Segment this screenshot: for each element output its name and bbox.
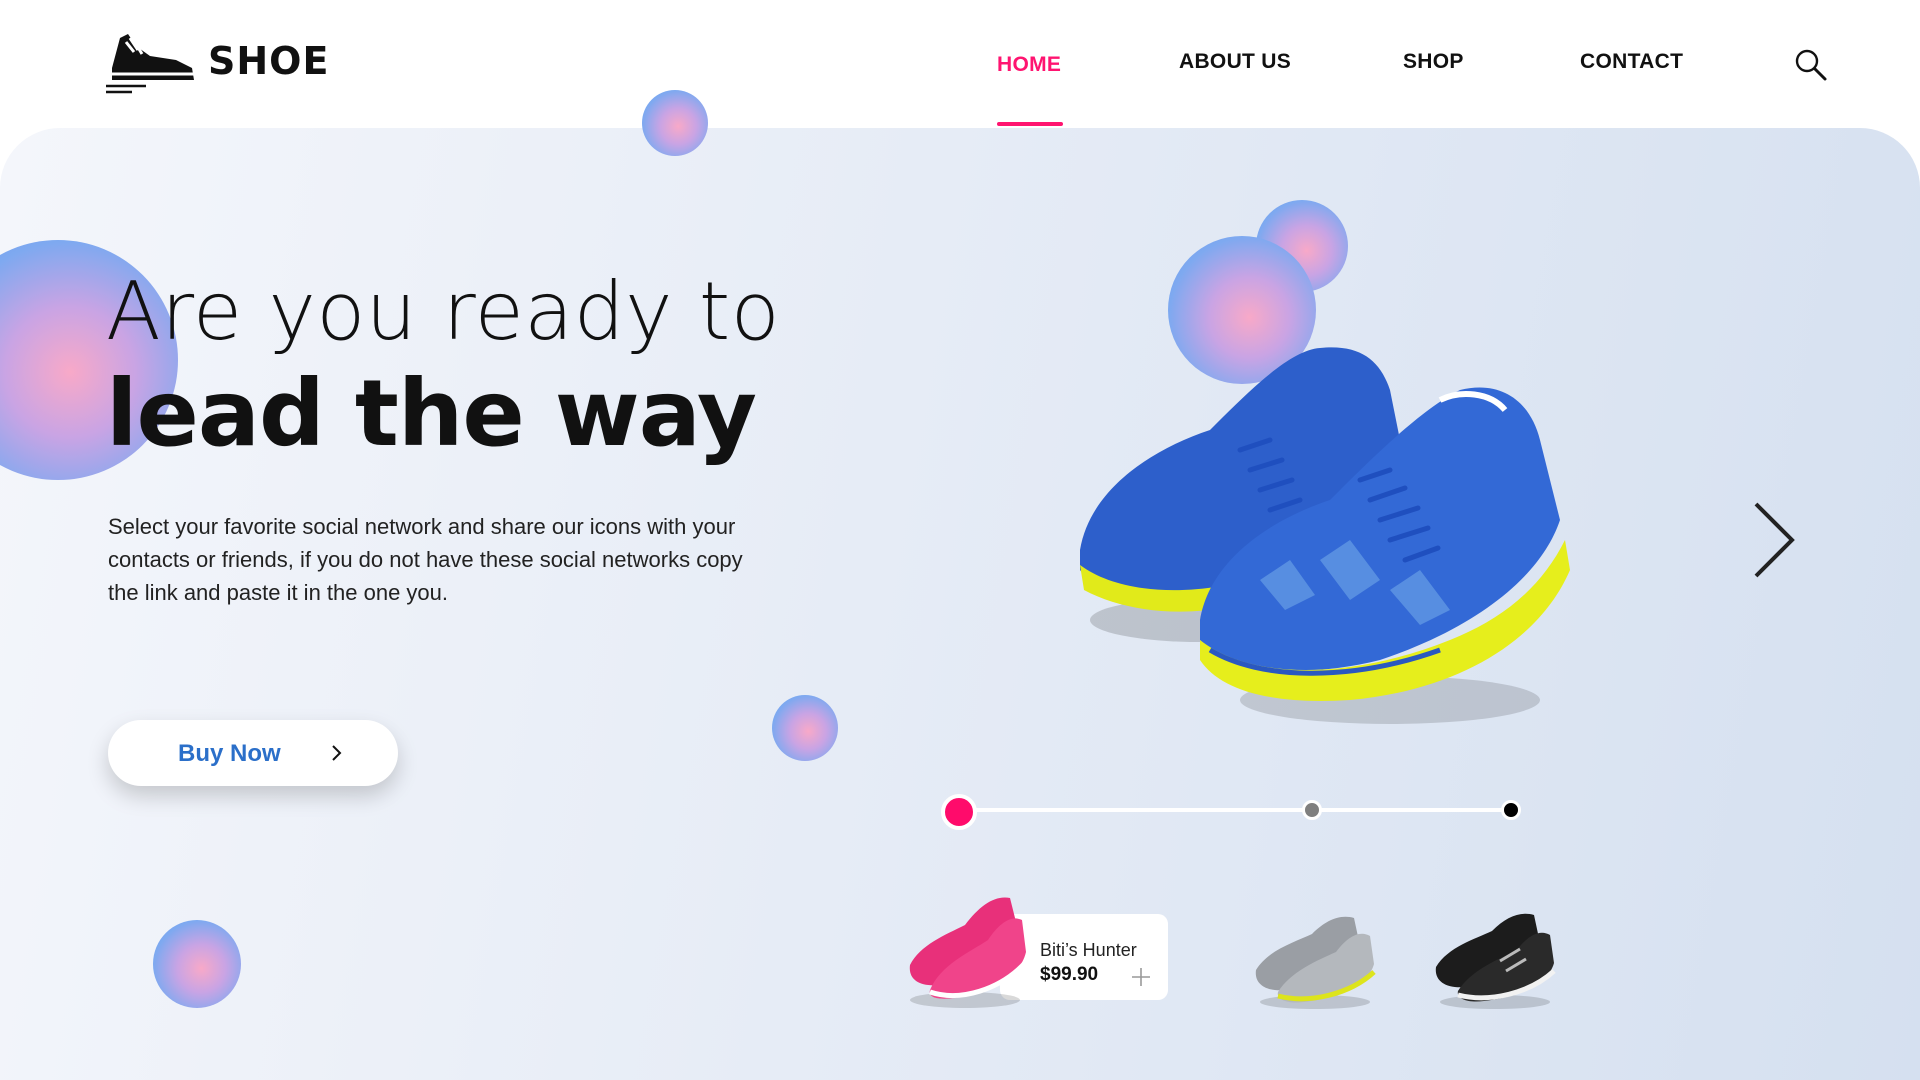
product-price: $99.90	[1040, 964, 1099, 985]
nav-item-shop[interactable]: SHOP	[1403, 50, 1464, 74]
next-slide-arrow[interactable]	[1748, 500, 1798, 580]
product-name: Biti’s Hunter	[1040, 940, 1137, 960]
nav-item-home[interactable]: HOME	[997, 53, 1061, 77]
product-thumbnail-pink[interactable]	[900, 890, 1030, 1010]
featured-shoe-image	[1080, 347, 1570, 724]
slider-track	[960, 808, 1512, 812]
sneaker-icon	[106, 34, 194, 94]
slider-dot-1[interactable]	[941, 794, 977, 830]
nav-item-about-us[interactable]: ABOUT US	[1179, 50, 1291, 74]
hero-headline-bold: lead the way	[106, 360, 757, 467]
chevron-right-icon	[332, 745, 342, 761]
product-thumbnail-grey[interactable]	[1250, 910, 1380, 1010]
decorative-bubble	[642, 90, 708, 156]
slider-dot-2[interactable]	[1302, 800, 1322, 820]
search-icon[interactable]	[1794, 48, 1828, 82]
logo[interactable]: SHOE	[106, 28, 329, 94]
product-thumbnail-black[interactable]	[1430, 905, 1560, 1010]
decorative-bubble	[153, 920, 241, 1008]
hero-description: Select your favorite social network and …	[108, 514, 743, 605]
brand-name: SHOE	[208, 39, 330, 83]
add-to-cart-icon[interactable]	[1130, 966, 1152, 988]
nav-item-contact[interactable]: CONTACT	[1580, 50, 1683, 74]
buy-now-button[interactable]: Buy Now	[108, 720, 398, 786]
slider-dot-3[interactable]	[1501, 800, 1521, 820]
decorative-bubble	[772, 695, 838, 761]
hero-headline-light: Are you ready to	[106, 265, 781, 358]
site-header: SHOE HOME ABOUT US SHOP CONTACT	[0, 0, 1920, 128]
buy-now-label: Buy Now	[178, 740, 281, 767]
active-nav-indicator	[997, 122, 1063, 126]
